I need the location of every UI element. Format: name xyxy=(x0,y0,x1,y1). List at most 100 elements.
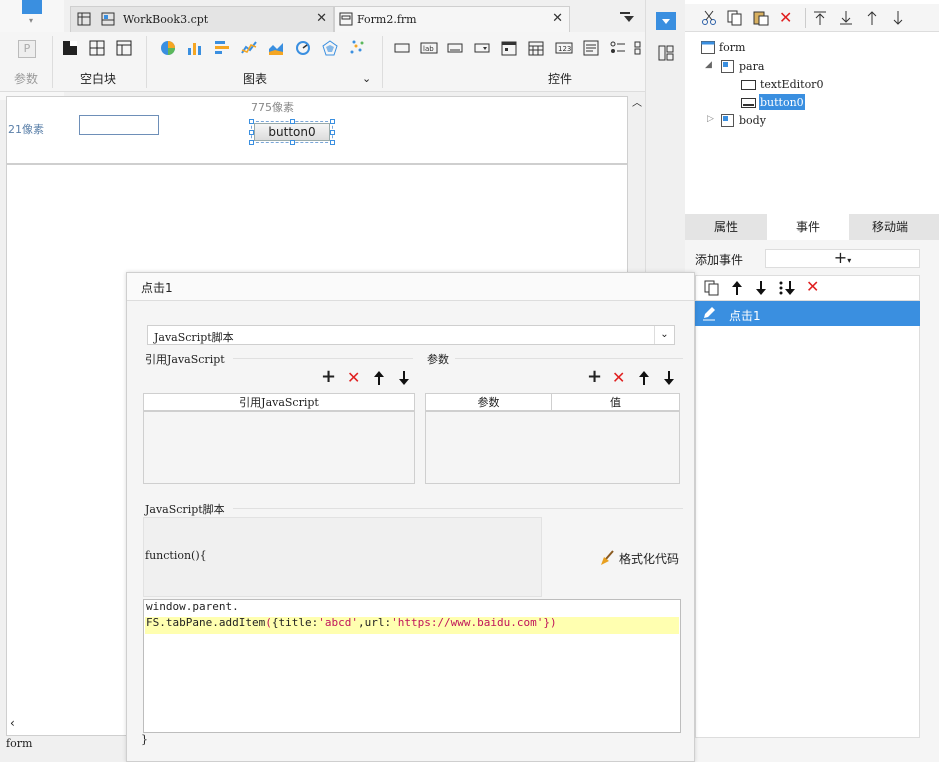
move-bottom-icon[interactable] xyxy=(839,10,853,26)
add-ref-js-icon[interactable]: + xyxy=(321,368,337,386)
chevron-down-icon[interactable]: ▾ xyxy=(29,16,33,25)
svg-text:lab: lab xyxy=(423,45,434,53)
tab-label: Form2.frm xyxy=(357,13,417,26)
number-widget-icon[interactable]: 123 xyxy=(555,40,573,58)
resize-handle[interactable] xyxy=(249,119,254,124)
widget-tree-toggle-icon[interactable] xyxy=(656,12,676,30)
add-param-icon[interactable]: + xyxy=(587,368,603,386)
collapse-arrow-icon[interactable]: ▷ xyxy=(707,114,714,124)
events-panel: 添加事件 +▾ ✕ 点击1 xyxy=(685,240,939,762)
ref-js-table[interactable]: 引用JavaScript xyxy=(143,393,415,484)
chevron-down-icon[interactable]: ⌄ xyxy=(654,326,674,344)
resize-handle[interactable] xyxy=(330,119,335,124)
ref-js-column-header: 引用JavaScript xyxy=(144,394,414,412)
radio-group-icon[interactable] xyxy=(610,40,628,58)
delete-param-icon[interactable]: ✕ xyxy=(612,370,628,386)
gauge-chart-icon[interactable] xyxy=(295,40,313,58)
button-selection-frame[interactable]: button0 xyxy=(249,119,335,145)
cut-icon[interactable] xyxy=(701,10,717,26)
dialog-title: 点击1 xyxy=(141,281,173,295)
blank-block-icon[interactable] xyxy=(62,40,80,58)
horizontal-scrollbar[interactable]: ‹ xyxy=(6,714,130,734)
paste-icon[interactable] xyxy=(753,10,769,26)
chevron-up-icon[interactable]: ︿ xyxy=(632,94,642,109)
move-up-icon[interactable] xyxy=(865,10,879,26)
delete-ref-js-icon[interactable]: ✕ xyxy=(347,370,363,386)
tab-properties[interactable]: 属性 xyxy=(685,214,767,240)
absolute-layout-icon[interactable] xyxy=(116,40,134,58)
button0-widget[interactable]: button0 xyxy=(254,123,330,141)
line-chart-icon[interactable] xyxy=(241,40,259,58)
radar-chart-icon[interactable] xyxy=(322,40,340,58)
move-to-bottom-icon[interactable] xyxy=(778,280,796,296)
params-table[interactable]: 参数 值 xyxy=(425,393,680,484)
status-form-label: form xyxy=(6,737,33,750)
event-item-selected[interactable]: 点击1 xyxy=(695,301,920,326)
tab-layout-icon[interactable] xyxy=(89,40,107,58)
resize-handle[interactable] xyxy=(330,140,335,145)
move-down-icon[interactable] xyxy=(891,10,905,26)
bar-chart-icon[interactable] xyxy=(187,40,205,58)
resize-handle[interactable] xyxy=(330,130,335,135)
layout-toggle-icon[interactable] xyxy=(658,45,674,61)
resize-handle[interactable] xyxy=(249,140,254,145)
workbook-icon xyxy=(101,12,115,26)
plus-icon: + xyxy=(833,248,848,267)
script-type-select[interactable]: JavaScript脚本 ⌄ xyxy=(147,325,675,345)
pie-chart-icon[interactable] xyxy=(160,40,178,58)
tab-form2[interactable]: Form2.frm ✕ xyxy=(334,6,570,32)
delete-icon[interactable]: ✕ xyxy=(806,279,819,295)
para-node-icon xyxy=(721,60,734,73)
tab-workbook3[interactable]: WorkBook3.cpt ✕ xyxy=(70,6,334,32)
resize-handle[interactable] xyxy=(290,119,295,124)
widget-toolbar: P 参数 空白块 图表 ⌄ lab 123 控件 xyxy=(0,32,645,92)
scatter-chart-icon[interactable] xyxy=(349,40,367,58)
arrow-down-icon[interactable] xyxy=(754,280,768,296)
resize-handle[interactable] xyxy=(290,140,295,145)
script-type-value: JavaScript脚本 xyxy=(154,331,234,344)
chevron-down-icon[interactable]: ⌄ xyxy=(362,72,371,85)
divider xyxy=(146,36,147,88)
edit-pencil-icon[interactable] xyxy=(701,305,717,321)
checkbox-group-icon[interactable] xyxy=(634,40,644,58)
move-down-icon[interactable] xyxy=(662,370,678,386)
text-editor-widget[interactable] xyxy=(79,115,159,135)
textarea-widget-icon[interactable] xyxy=(583,40,601,58)
delete-icon[interactable]: ✕ xyxy=(779,10,792,26)
value-column-header: 值 xyxy=(552,394,679,412)
move-top-icon[interactable] xyxy=(813,10,827,26)
move-down-icon[interactable] xyxy=(397,370,413,386)
js-code-editor[interactable]: window.parent. FS.tabPane.addItem({title… xyxy=(143,599,681,733)
param-icon[interactable]: P xyxy=(18,40,36,58)
copy-icon[interactable] xyxy=(727,10,743,26)
event-list-body xyxy=(695,326,920,738)
tree-toolbar: ✕ xyxy=(685,4,939,32)
close-icon[interactable]: ✕ xyxy=(552,11,563,26)
move-up-icon[interactable] xyxy=(372,370,388,386)
grid-icon xyxy=(77,12,91,26)
vertical-scrollbar[interactable]: ︿ xyxy=(628,92,645,272)
arrow-up-icon[interactable] xyxy=(730,280,744,296)
code-token-string: 'https://www.baidu.com' xyxy=(391,616,544,629)
tab-mobile[interactable]: 移动端 xyxy=(849,214,931,240)
area-chart-icon[interactable] xyxy=(268,40,286,58)
combo-widget-icon[interactable] xyxy=(474,40,492,58)
text-widget-icon[interactable] xyxy=(447,40,465,58)
preview-icon[interactable] xyxy=(22,0,42,14)
button-widget-icon[interactable] xyxy=(394,40,412,58)
expand-arrow-icon[interactable]: ◢ xyxy=(705,60,712,70)
chevron-left-icon[interactable]: ‹ xyxy=(10,716,15,730)
resize-handle[interactable] xyxy=(249,130,254,135)
calendar-widget-icon[interactable] xyxy=(528,40,546,58)
tab-events[interactable]: 事件 xyxy=(767,214,849,240)
para-band[interactable]: 775像素 21像素 button0 xyxy=(7,97,627,165)
copy-icon[interactable] xyxy=(704,280,720,296)
move-up-icon[interactable] xyxy=(637,370,653,386)
label-widget-icon[interactable]: lab xyxy=(420,40,438,58)
hbar-chart-icon[interactable] xyxy=(214,40,232,58)
format-code-label: 格式化代码 xyxy=(619,552,680,566)
close-icon[interactable]: ✕ xyxy=(316,11,327,26)
date-widget-icon[interactable] xyxy=(501,40,519,58)
add-event-button[interactable]: +▾ xyxy=(765,249,920,268)
tab-menu-icon[interactable] xyxy=(620,12,634,24)
